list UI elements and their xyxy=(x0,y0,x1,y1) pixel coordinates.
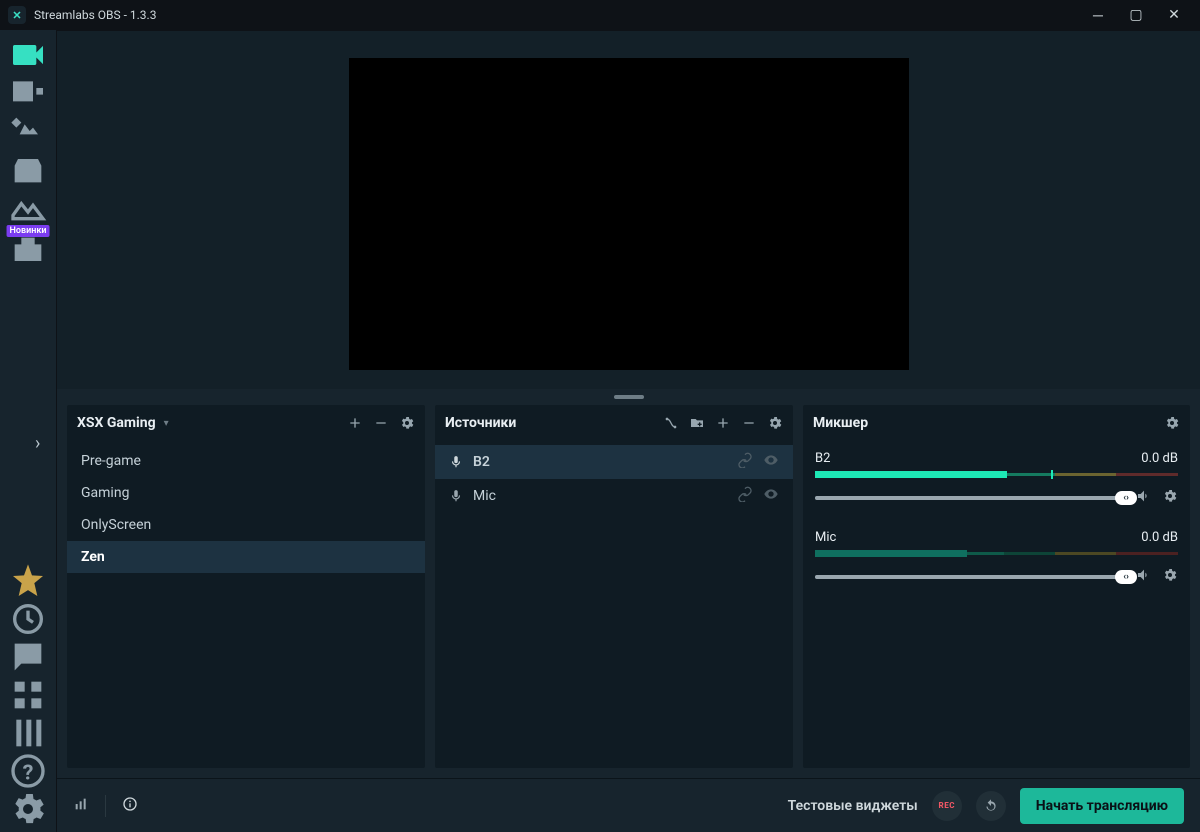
source-label: Mic xyxy=(473,488,496,504)
sidebar-studio-icon[interactable] xyxy=(8,74,48,112)
remove-scene-button[interactable] xyxy=(373,415,389,431)
channel-settings-icon[interactable] xyxy=(1162,567,1178,587)
source-link-icon[interactable] xyxy=(737,486,753,506)
scene-item[interactable]: OnlyScreen xyxy=(67,509,425,541)
mixer-settings-button[interactable] xyxy=(1164,415,1180,431)
chevron-down-icon: ▾ xyxy=(164,418,169,429)
vu-meter xyxy=(815,550,1178,557)
sidebar-chat-icon[interactable] xyxy=(8,638,48,676)
speaker-icon[interactable] xyxy=(1136,488,1152,508)
scene-collection-dropdown[interactable]: XSX Gaming ▾ xyxy=(77,415,169,431)
vu-meter xyxy=(815,471,1178,478)
preview-canvas xyxy=(349,58,909,370)
source-visibility-icon[interactable] xyxy=(763,486,779,506)
sidebar-prime-icon[interactable] xyxy=(8,562,48,600)
mixer-channel: B2 0.0 dB ‹› xyxy=(815,451,1178,508)
preview-area[interactable] xyxy=(57,31,1200,389)
left-sidebar: Новинки ? xyxy=(0,30,56,832)
sidebar-notifications-icon[interactable] xyxy=(8,600,48,638)
scene-item[interactable]: Pre-game xyxy=(67,445,425,477)
source-item[interactable]: B2 xyxy=(435,445,793,479)
source-link-icon[interactable] xyxy=(737,452,753,472)
speaker-icon[interactable] xyxy=(1136,567,1152,587)
channel-db: 0.0 dB xyxy=(1141,451,1178,466)
channel-settings-icon[interactable] xyxy=(1162,488,1178,508)
window-maximize-button[interactable]: ▢ xyxy=(1118,4,1154,26)
source-item[interactable]: Mic xyxy=(435,479,793,513)
scene-item[interactable]: Gaming xyxy=(67,477,425,509)
sidebar-layout-icon[interactable] xyxy=(8,714,48,752)
scene-label: OnlyScreen xyxy=(81,517,151,533)
performance-metrics-icon[interactable] xyxy=(73,796,89,816)
scene-label: Zen xyxy=(81,549,105,565)
mic-icon xyxy=(449,455,463,469)
sidebar-appstore-icon[interactable] xyxy=(8,150,48,188)
window-close-button[interactable]: ✕ xyxy=(1156,4,1192,26)
sources-panel: Источники B2 xyxy=(435,405,793,768)
rec-label: REC xyxy=(939,801,955,810)
source-label: B2 xyxy=(473,454,490,470)
scene-label: Gaming xyxy=(81,485,129,501)
panel-expand-chevron-icon[interactable]: › xyxy=(35,433,40,454)
title-bar: ✕ Streamlabs OBS - 1.3.3 ─ ▢ ✕ xyxy=(0,0,1200,30)
volume-slider[interactable]: ‹› xyxy=(815,575,1126,579)
source-settings-button[interactable] xyxy=(767,415,783,431)
new-badge: Новинки xyxy=(7,225,50,237)
channel-name: Mic xyxy=(815,530,836,545)
test-widgets-button[interactable]: Тестовые виджеты xyxy=(788,798,918,814)
add-source-button[interactable] xyxy=(715,415,731,431)
sidebar-help-icon[interactable]: ? xyxy=(8,752,48,790)
sidebar-highlighter-icon[interactable]: Новинки xyxy=(8,232,48,270)
panel-resize-handle[interactable] xyxy=(57,389,1200,405)
sidebar-grid-icon[interactable] xyxy=(8,676,48,714)
scene-collection-name: XSX Gaming xyxy=(77,415,156,431)
status-bar: Тестовые виджеты REC Начать трансляцию xyxy=(57,778,1200,832)
sidebar-editor-icon[interactable] xyxy=(8,36,48,74)
remove-source-button[interactable] xyxy=(741,415,757,431)
source-transition-icon[interactable] xyxy=(663,415,679,431)
mic-icon xyxy=(449,489,463,503)
sidebar-themes-icon[interactable] xyxy=(8,112,48,150)
channel-db: 0.0 dB xyxy=(1141,530,1178,545)
channel-name: B2 xyxy=(815,451,830,466)
scene-item[interactable]: Zen xyxy=(67,541,425,573)
mixer-panel-title: Микшер xyxy=(813,415,868,431)
mixer-channel: Mic 0.0 dB ‹› xyxy=(815,530,1178,587)
window-title: Streamlabs OBS - 1.3.3 xyxy=(34,8,156,22)
sources-panel-title: Источники xyxy=(445,415,516,431)
scene-label: Pre-game xyxy=(81,453,141,469)
sidebar-settings-icon[interactable] xyxy=(8,790,48,828)
volume-slider[interactable]: ‹› xyxy=(815,496,1126,500)
window-minimize-button[interactable]: ─ xyxy=(1080,4,1116,26)
add-folder-button[interactable] xyxy=(689,415,705,431)
sidebar-dashboard-icon[interactable] xyxy=(8,188,48,226)
go-live-button[interactable]: Начать трансляцию xyxy=(1020,788,1184,824)
scene-settings-button[interactable] xyxy=(399,415,415,431)
svg-text:?: ? xyxy=(23,760,34,785)
app-logo-icon: ✕ xyxy=(8,6,26,24)
add-scene-button[interactable] xyxy=(347,415,363,431)
mixer-panel: Микшер B2 0.0 dB xyxy=(803,405,1190,768)
replay-buffer-button[interactable] xyxy=(976,791,1006,821)
record-button[interactable]: REC xyxy=(932,791,962,821)
scenes-panel: XSX Gaming ▾ Pre-game Gaming OnlyScreen … xyxy=(67,405,425,768)
info-icon[interactable] xyxy=(122,796,138,816)
divider xyxy=(105,795,106,817)
source-visibility-icon[interactable] xyxy=(763,452,779,472)
